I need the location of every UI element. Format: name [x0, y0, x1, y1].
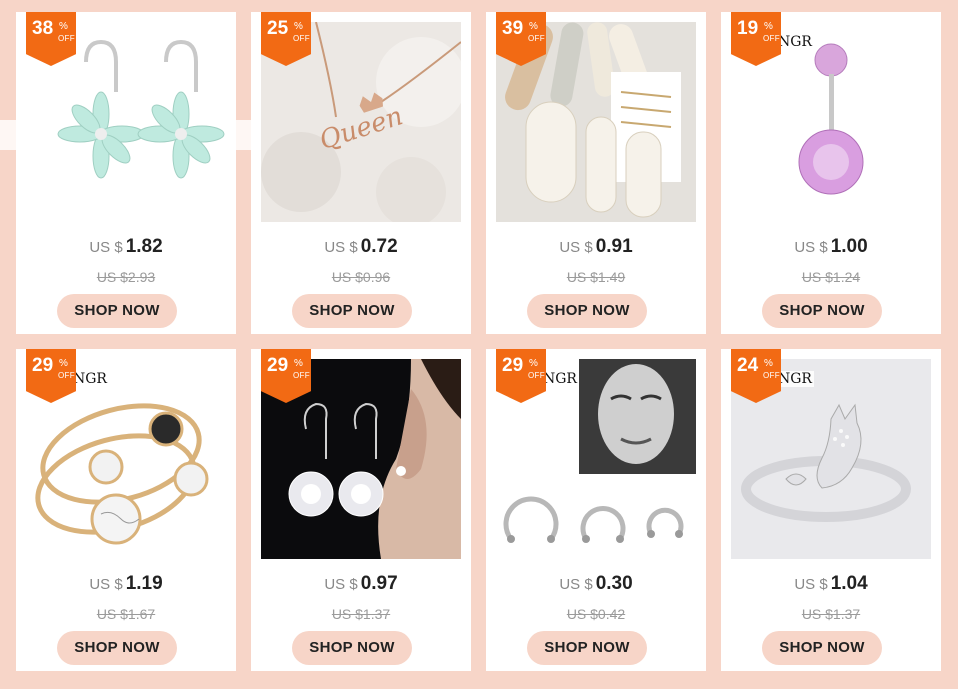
brand-watermark: NGR — [776, 34, 814, 50]
price-amount: 0.97 — [360, 573, 398, 594]
shop-now-button[interactable]: SHOP NOW — [527, 294, 647, 328]
sale-price: US $1.19 — [16, 573, 236, 595]
price-amount: 0.30 — [595, 573, 633, 594]
percent-sign: % — [529, 21, 538, 32]
off-label: OFF — [58, 34, 75, 43]
price-amount: 0.72 — [360, 236, 398, 257]
product-card[interactable]: 29 % OFF US $0.97 US $1.37 SHOP NOW — [251, 349, 471, 671]
discount-percent: 29 — [502, 355, 524, 376]
shop-now-button[interactable]: SHOP NOW — [527, 631, 647, 665]
off-label: OFF — [528, 34, 545, 43]
price-amount: 1.19 — [125, 573, 163, 594]
price-amount: 1.04 — [830, 573, 868, 594]
currency-label: US $ — [89, 576, 123, 593]
original-price: US $1.49 — [566, 269, 626, 285]
sale-price: US $0.97 — [251, 573, 471, 595]
sale-price: US $1.82 — [16, 236, 236, 258]
off-label: OFF — [293, 34, 310, 43]
percent-sign: % — [59, 21, 68, 32]
product-card[interactable]: 39 % OFF US $0.91 US $1.49 SHOP NOW — [486, 12, 706, 334]
discount-percent: 29 — [267, 355, 289, 376]
off-label: OFF — [58, 371, 75, 380]
shop-now-button[interactable]: SHOP NOW — [762, 631, 882, 665]
product-card[interactable]: Queen 25 % OFF US $0.72 US $0.96 SHOP NO… — [251, 12, 471, 334]
percent-sign: % — [529, 358, 538, 369]
original-price: US $1.24 — [801, 269, 861, 285]
off-label: OFF — [293, 371, 310, 380]
shop-now-button[interactable]: SHOP NOW — [292, 631, 412, 665]
percent-sign: % — [764, 358, 773, 369]
shop-now-button[interactable]: SHOP NOW — [292, 294, 412, 328]
brand-watermark: NGR — [541, 371, 579, 387]
original-price: US $1.37 — [801, 606, 861, 622]
product-card[interactable]: NGR 29 % OFF US $0.30 US $0.42 SHOP NOW — [486, 349, 706, 671]
currency-label: US $ — [559, 239, 593, 256]
product-card[interactable]: 38 % OFF US $1.82 US $2.93 SHOP NOW — [16, 12, 236, 334]
original-price: US $1.37 — [331, 606, 391, 622]
sale-price: US $1.04 — [721, 573, 941, 595]
currency-label: US $ — [559, 576, 593, 593]
original-price: US $0.96 — [331, 269, 391, 285]
shop-now-button[interactable]: SHOP NOW — [57, 294, 177, 328]
percent-sign: % — [764, 21, 773, 32]
product-card[interactable]: NGR 19 % OFF US $1.00 US $1.24 SHOP NOW — [721, 12, 941, 334]
discount-percent: 25 — [267, 18, 289, 39]
product-card[interactable]: NGR 29 % OFF US $1.19 US $1.67 SHOP NOW — [16, 349, 236, 671]
off-label: OFF — [763, 34, 780, 43]
original-price: US $2.93 — [96, 269, 156, 285]
brand-watermark: NGR — [776, 371, 814, 387]
original-price: US $0.42 — [566, 606, 626, 622]
discount-percent: 39 — [502, 18, 524, 39]
percent-sign: % — [59, 358, 68, 369]
shop-now-button[interactable]: SHOP NOW — [57, 631, 177, 665]
currency-label: US $ — [324, 239, 358, 256]
percent-sign: % — [294, 358, 303, 369]
product-grid: 38 % OFF US $1.82 US $2.93 SHOP NOW Quee… — [16, 12, 941, 671]
sale-price: US $0.91 — [486, 236, 706, 258]
price-amount: 1.82 — [125, 236, 163, 257]
discount-percent: 38 — [32, 18, 54, 39]
price-amount: 0.91 — [595, 236, 633, 257]
discount-percent: 19 — [737, 18, 759, 39]
price-amount: 1.00 — [830, 236, 868, 257]
sale-price: US $0.30 — [486, 573, 706, 595]
discount-percent: 24 — [737, 355, 759, 376]
original-price: US $1.67 — [96, 606, 156, 622]
sale-price: US $0.72 — [251, 236, 471, 258]
brand-watermark: NGR — [71, 371, 109, 387]
currency-label: US $ — [794, 239, 828, 256]
sale-price: US $1.00 — [721, 236, 941, 258]
currency-label: US $ — [794, 576, 828, 593]
discount-percent: 29 — [32, 355, 54, 376]
currency-label: US $ — [324, 576, 358, 593]
shop-now-button[interactable]: SHOP NOW — [762, 294, 882, 328]
percent-sign: % — [294, 21, 303, 32]
off-label: OFF — [763, 371, 780, 380]
product-card[interactable]: NGR 24 % OFF US $1.04 US $1.37 SHOP NOW — [721, 349, 941, 671]
currency-label: US $ — [89, 239, 123, 256]
off-label: OFF — [528, 371, 545, 380]
